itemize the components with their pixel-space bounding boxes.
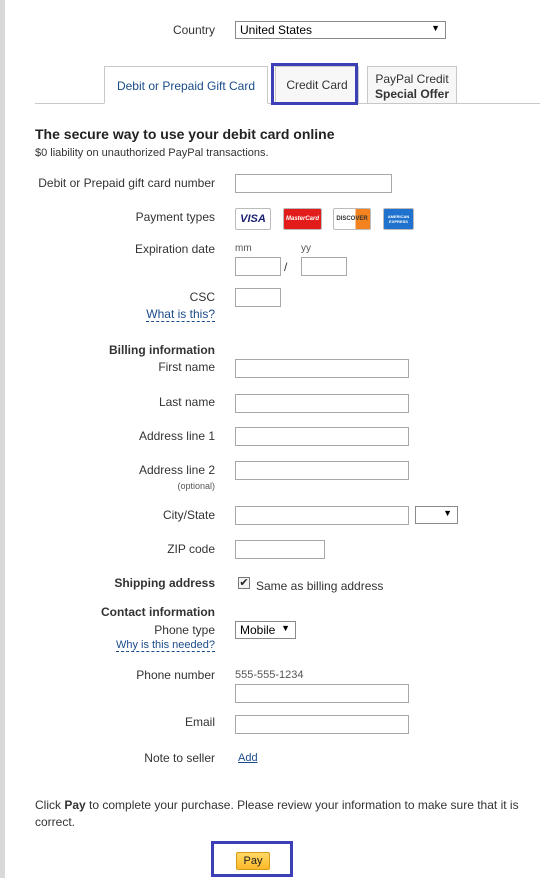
state-select[interactable]: ▼: [415, 506, 458, 524]
same-as-billing-label: Same as billing address: [256, 579, 384, 593]
phone-type-select[interactable]: Mobile ▼: [235, 621, 296, 639]
tab-paypal-credit-line2: Special Offer: [374, 87, 450, 101]
exp-year-input[interactable]: [301, 257, 347, 276]
zip-label: ZIP code: [167, 542, 215, 556]
footer-instructions: Click Pay to complete your purchase. Ple…: [35, 797, 535, 831]
tab-paypal-credit-line1: PayPal Credit: [375, 72, 449, 86]
mastercard-icon: MasterCard: [283, 208, 322, 230]
email-input[interactable]: [235, 715, 409, 734]
card-number-input[interactable]: [235, 174, 392, 193]
phone-number-label: Phone number: [136, 668, 215, 682]
exp-month-input[interactable]: [235, 257, 281, 276]
address2-hint: (optional): [177, 481, 215, 491]
country-select[interactable]: United States ▼: [235, 21, 446, 39]
exp-separator: /: [284, 260, 288, 274]
note-label: Note to seller: [144, 751, 215, 765]
phone-placeholder-hint: 555-555-1234: [235, 669, 304, 681]
phone-type-label: Phone type: [154, 623, 215, 637]
tab-debit-card-label: Debit or Prepaid Gift Card: [116, 79, 256, 93]
phone-type-value: Mobile: [240, 623, 276, 637]
zip-input[interactable]: [235, 540, 325, 559]
form-heading: The secure way to use your debit card on…: [35, 126, 335, 142]
pay-button[interactable]: Pay: [236, 852, 270, 870]
country-value: United States: [240, 23, 313, 37]
address2-label: Address line 2: [138, 463, 215, 477]
shipping-label: Shipping address: [114, 576, 215, 590]
expiration-label: Expiration date: [134, 242, 215, 256]
chevron-down-icon: ▼: [281, 623, 290, 633]
discover-icon: DISCOVER: [333, 208, 371, 230]
contact-heading: Contact information: [101, 605, 215, 619]
billing-heading: Billing information: [109, 343, 215, 357]
first-name-input[interactable]: [235, 359, 409, 378]
footer-text-2: to complete your purchase. Please review…: [35, 798, 519, 829]
phone-number-input[interactable]: [235, 684, 409, 703]
exp-yy-label: yy: [301, 243, 311, 254]
last-name-input[interactable]: [235, 394, 409, 413]
left-border: [0, 0, 5, 878]
csc-input[interactable]: [235, 288, 281, 307]
address1-label: Address line 1: [138, 429, 215, 443]
chevron-down-icon: ▼: [431, 23, 440, 33]
csc-label: CSC: [189, 290, 215, 304]
footer-text-1: Click: [35, 798, 65, 812]
same-as-billing-checkbox[interactable]: ✔: [238, 577, 250, 589]
city-state-label: City/State: [162, 508, 215, 522]
chevron-down-icon: ▼: [443, 508, 452, 518]
visa-icon: VISA: [235, 208, 271, 230]
address1-input[interactable]: [235, 427, 409, 446]
city-input[interactable]: [235, 506, 409, 525]
footer-text-bold: Pay: [64, 798, 86, 812]
first-name-label: First name: [158, 360, 215, 374]
phone-help-link[interactable]: Why is this needed?: [115, 639, 215, 652]
country-label: Country: [172, 23, 215, 37]
card-number-label: Debit or Prepaid gift card number: [38, 176, 215, 190]
tab-paypal-credit[interactable]: PayPal Credit Special Offer: [367, 66, 457, 104]
email-label: Email: [184, 715, 215, 729]
payment-types-label: Payment types: [135, 210, 215, 224]
credit-card-highlight: [271, 63, 358, 105]
csc-help-link[interactable]: What is this?: [146, 307, 215, 322]
exp-mm-label: mm: [235, 243, 252, 254]
form-subheading: $0 liability on unauthorized PayPal tran…: [35, 147, 269, 159]
address2-input[interactable]: [235, 461, 409, 480]
tab-debit-card[interactable]: Debit or Prepaid Gift Card: [104, 66, 268, 104]
last-name-label: Last name: [158, 395, 215, 409]
amex-icon: AMERICAN EXPRESS: [383, 208, 414, 230]
note-add-link[interactable]: Add: [238, 752, 258, 764]
